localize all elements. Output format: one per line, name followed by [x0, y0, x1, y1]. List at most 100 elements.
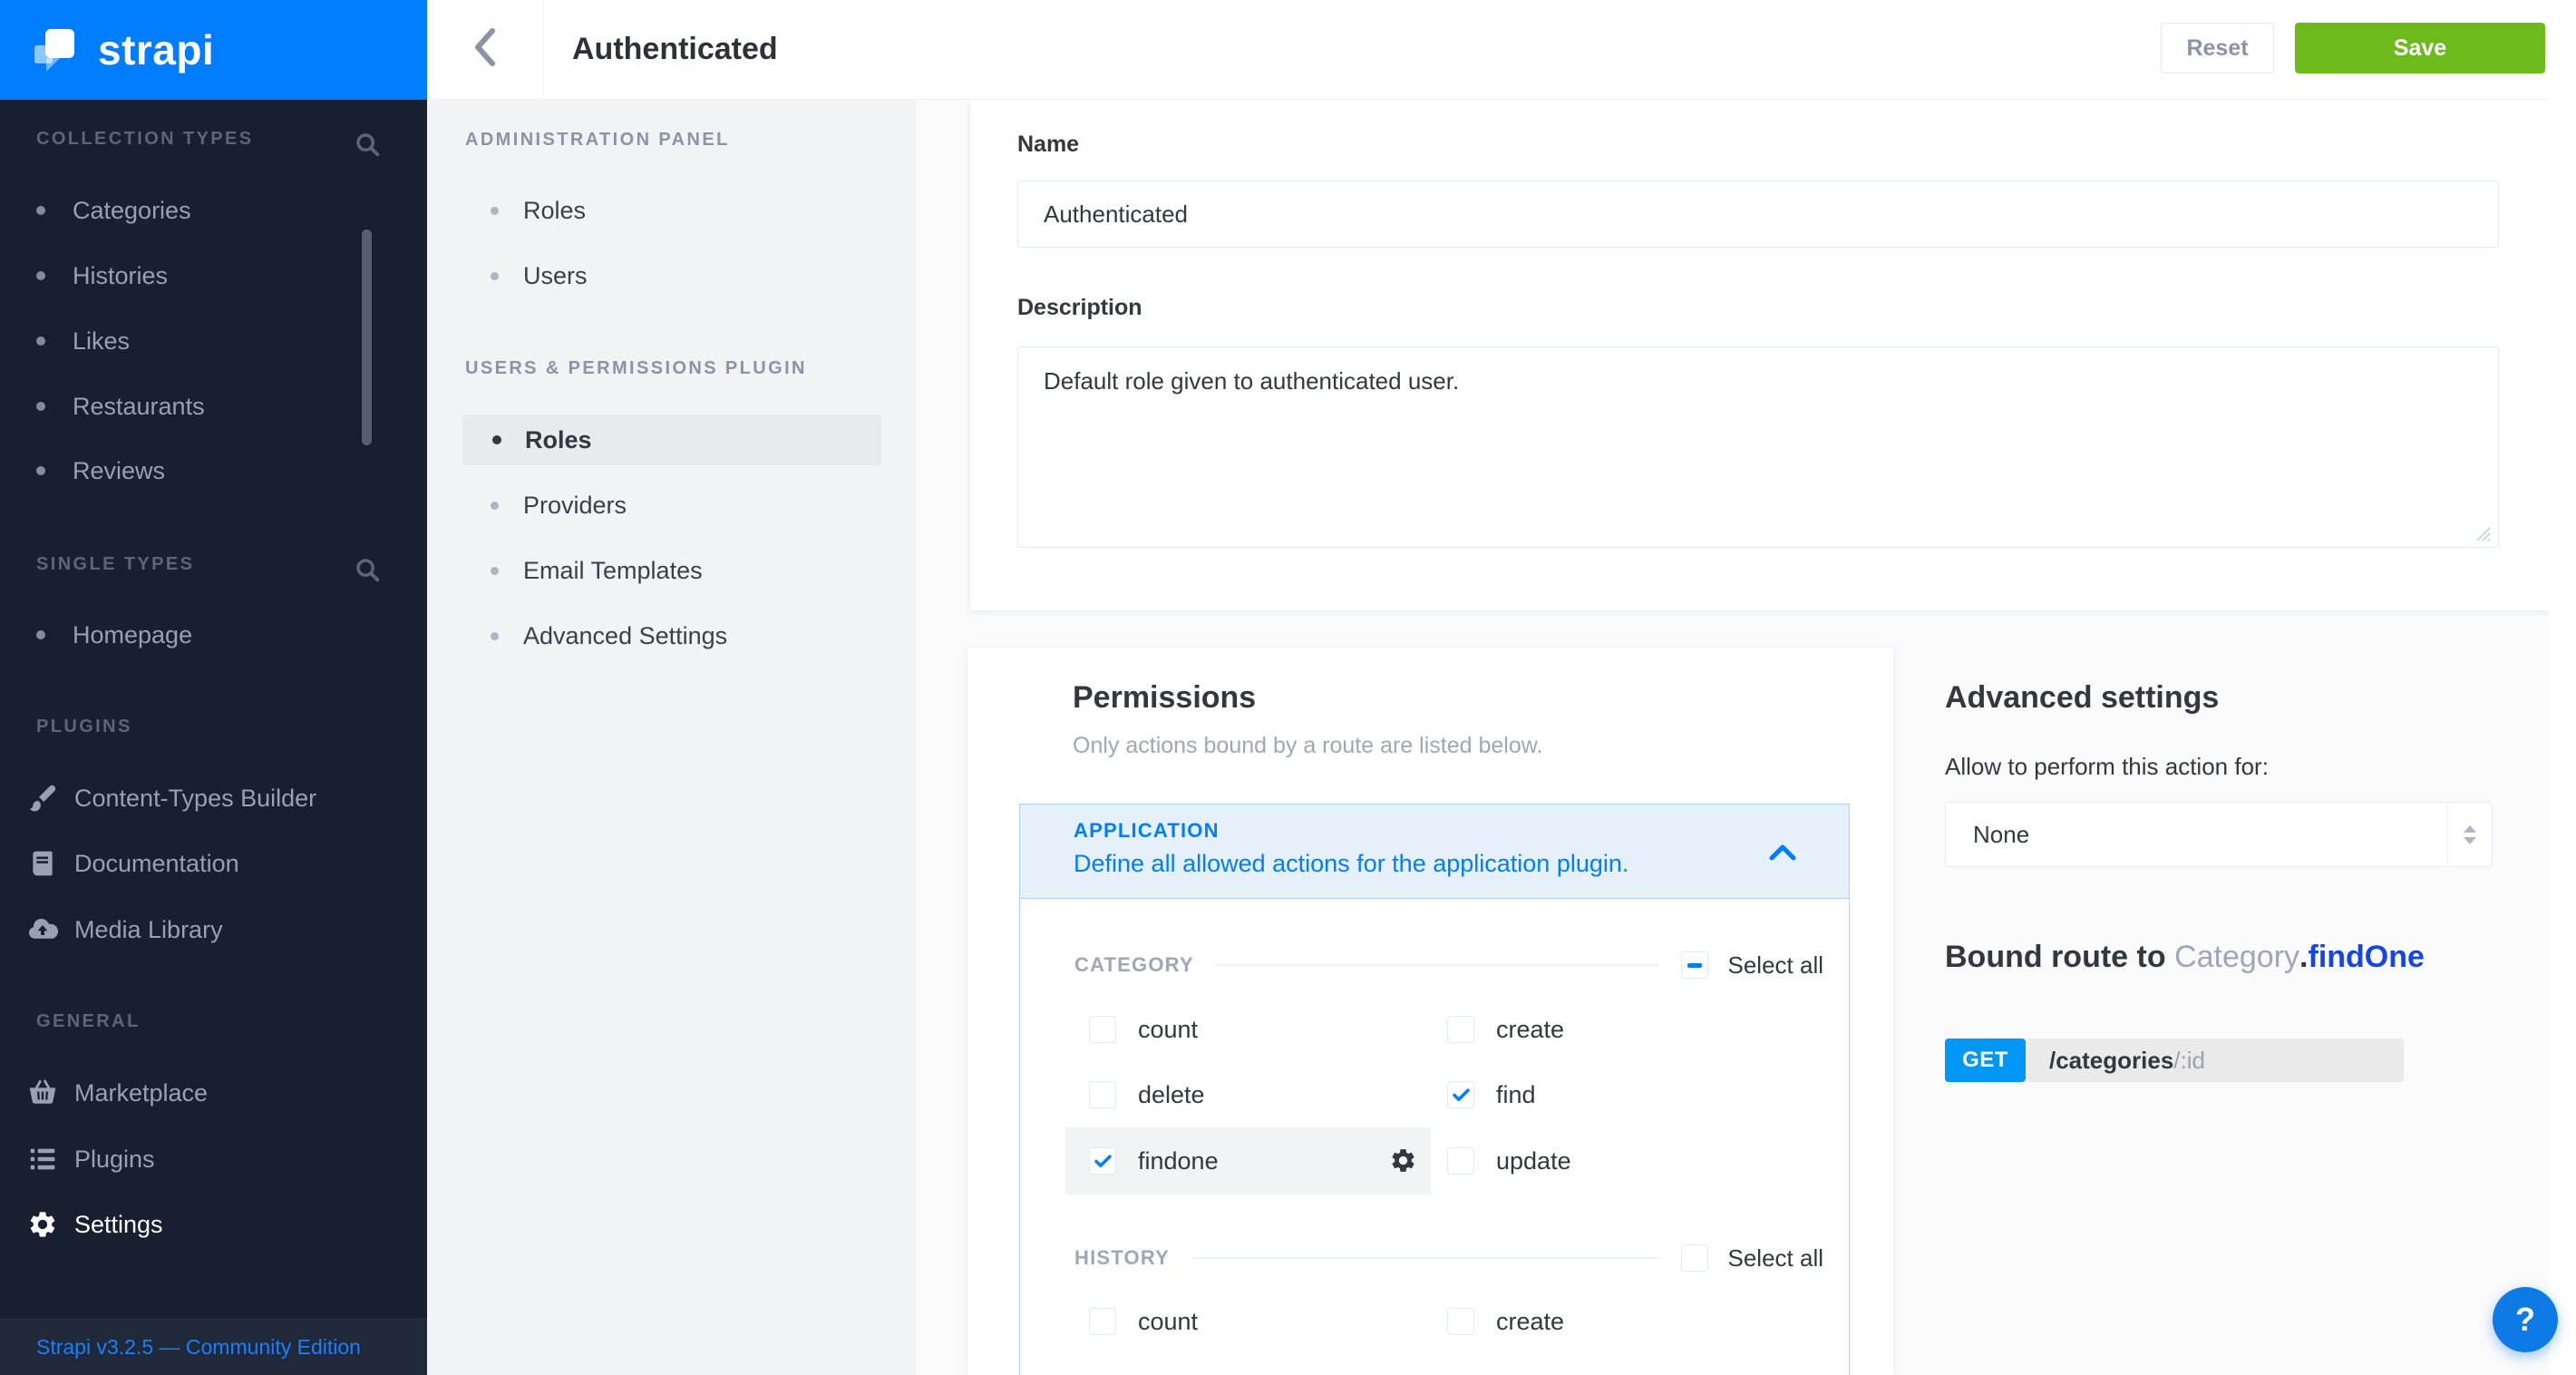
shopping-basket-icon [25, 1078, 60, 1108]
sidebar-item-plugins[interactable]: Plugins [25, 1139, 155, 1179]
save-button[interactable]: Save [2295, 23, 2545, 73]
history-group-label: HISTORY [1074, 1246, 1170, 1270]
version-link[interactable]: Strapi v3.2.5 — Community Edition [36, 1335, 361, 1360]
bullet-icon [491, 502, 499, 510]
bound-route-action: findOne [2309, 940, 2425, 974]
indeterminate-dash-icon [1687, 963, 1702, 968]
history-group-header: HISTORY Select all [1074, 1240, 1823, 1276]
divider [1191, 1257, 1659, 1259]
subnav-item-advanced-settings[interactable]: Advanced Settings [491, 618, 727, 654]
permissions-card: Permissions Only actions bound by a rout… [967, 648, 1893, 1375]
bullet-icon [491, 567, 499, 575]
checkmark-icon [1094, 1155, 1112, 1168]
category-select-all-checkbox[interactable] [1681, 951, 1708, 979]
permission-findone-selected-row[interactable]: findone [1065, 1127, 1431, 1195]
allow-action-label: Allow to perform this action for: [1945, 753, 2269, 781]
bullet-icon [36, 402, 45, 411]
accordion-description: Define all allowed actions for the appli… [1074, 850, 1849, 878]
chevron-left-icon [471, 27, 499, 72]
plugins-heading: PLUGINS [36, 717, 132, 737]
divider [1216, 964, 1659, 966]
permission-history-count: count [1089, 1291, 1198, 1352]
policy-select[interactable]: None [1945, 802, 2493, 867]
subnav-item-roles-active[interactable]: Roles [462, 414, 881, 465]
permission-count: count [1089, 999, 1198, 1060]
history-select-all-checkbox[interactable] [1681, 1244, 1708, 1272]
strapi-logo[interactable]: strapi [0, 0, 427, 100]
list-icon [25, 1145, 60, 1174]
bullet-icon [491, 207, 499, 215]
application-accordion-body: CATEGORY Select all count create delete [1019, 899, 1850, 1375]
brand-name: strapi [98, 25, 214, 74]
settings-subnav: ADMINISTRATION PANEL Roles Users USERS &… [427, 100, 916, 1375]
help-button[interactable]: ? [2493, 1287, 2558, 1352]
bullet-icon [491, 632, 499, 640]
subnav-item-email-templates[interactable]: Email Templates [491, 552, 703, 589]
bound-route-controller: Category [2174, 940, 2299, 974]
collection-types-heading: COLLECTION TYPES [36, 129, 254, 150]
bullet-icon [492, 435, 501, 444]
bullet-icon [36, 271, 45, 280]
subnav-item-admin-users[interactable]: Users [491, 258, 588, 294]
main-sidebar: strapi COLLECTION TYPES Categories Histo… [0, 0, 427, 1375]
find-checkbox[interactable] [1447, 1081, 1474, 1108]
search-icon[interactable] [354, 131, 381, 162]
policy-select-value: None [1973, 821, 2029, 849]
sidebar-scrollbar-thumb[interactable] [362, 229, 372, 445]
bound-route-heading: Bound route to Category.findOne [1945, 940, 2425, 975]
sidebar-item-homepage[interactable]: Homepage [36, 617, 192, 653]
gear-icon [25, 1209, 60, 1240]
description-label: Description [1017, 295, 1142, 321]
sidebar-item-histories[interactable]: Histories [36, 258, 168, 294]
users-permissions-heading: USERS & PERMISSIONS PLUGIN [465, 358, 807, 379]
history-select-all-label: Select all [1728, 1244, 1824, 1273]
category-select-all-label: Select all [1728, 951, 1824, 980]
search-icon[interactable] [354, 556, 381, 588]
http-method-badge: GET [1945, 1039, 2026, 1082]
sidebar-item-settings[interactable]: Settings [25, 1204, 163, 1244]
settings-gear-icon[interactable] [1389, 1146, 1417, 1181]
subnav-item-providers[interactable]: Providers [491, 487, 627, 523]
name-field[interactable] [1017, 180, 2499, 248]
sidebar-item-documentation[interactable]: Documentation [25, 844, 239, 883]
sidebar-item-categories[interactable]: Categories [36, 192, 191, 229]
sidebar-item-restaurants[interactable]: Restaurants [36, 388, 205, 424]
description-field[interactable]: Default role given to authenticated user… [1017, 346, 2499, 548]
application-accordion-header[interactable]: APPLICATION Define all allowed actions f… [1019, 804, 1850, 899]
update-checkbox[interactable] [1447, 1147, 1474, 1175]
advanced-settings-panel: Advanced settings Allow to perform this … [1945, 648, 2549, 1375]
route-path: /categories/:id [2026, 1039, 2404, 1082]
checkmark-icon [1453, 1088, 1470, 1102]
sidebar-item-reviews[interactable]: Reviews [36, 453, 165, 489]
history-create-checkbox[interactable] [1447, 1308, 1474, 1335]
admin-panel-heading: ADMINISTRATION PANEL [465, 130, 730, 151]
reset-button[interactable]: Reset [2161, 23, 2274, 73]
name-label: Name [1017, 132, 1079, 158]
question-mark-icon: ? [2515, 1301, 2535, 1339]
general-heading: GENERAL [36, 1011, 141, 1032]
paint-brush-icon [25, 783, 60, 814]
scrollbar-track[interactable] [2549, 0, 2576, 1375]
findone-checkbox[interactable] [1089, 1147, 1116, 1175]
sidebar-item-media-library[interactable]: Media Library [25, 910, 223, 950]
sidebar-item-likes[interactable]: Likes [36, 323, 130, 359]
sidebar-item-content-types-builder[interactable]: Content-Types Builder [25, 778, 316, 818]
permissions-subtitle: Only actions bound by a route are listed… [1073, 733, 1542, 759]
strapi-admin-app: strapi COLLECTION TYPES Categories Histo… [0, 0, 2576, 1375]
permissions-title: Permissions [1073, 680, 1256, 716]
history-count-checkbox[interactable] [1089, 1308, 1116, 1335]
bullet-icon [36, 206, 45, 215]
sidebar-item-marketplace[interactable]: Marketplace [25, 1073, 208, 1113]
subnav-item-admin-roles[interactable]: Roles [491, 192, 586, 229]
delete-checkbox[interactable] [1089, 1081, 1116, 1108]
permission-delete: delete [1089, 1064, 1205, 1126]
book-icon [25, 849, 60, 878]
page-title: Authenticated [572, 0, 778, 99]
bullet-icon [36, 630, 45, 639]
back-button[interactable] [427, 0, 544, 99]
count-checkbox[interactable] [1089, 1016, 1116, 1043]
single-types-heading: SINGLE TYPES [36, 554, 194, 575]
route-display: GET /categories/:id [1945, 1039, 2404, 1082]
permission-history-create: create [1447, 1291, 1564, 1352]
create-checkbox[interactable] [1447, 1016, 1474, 1043]
